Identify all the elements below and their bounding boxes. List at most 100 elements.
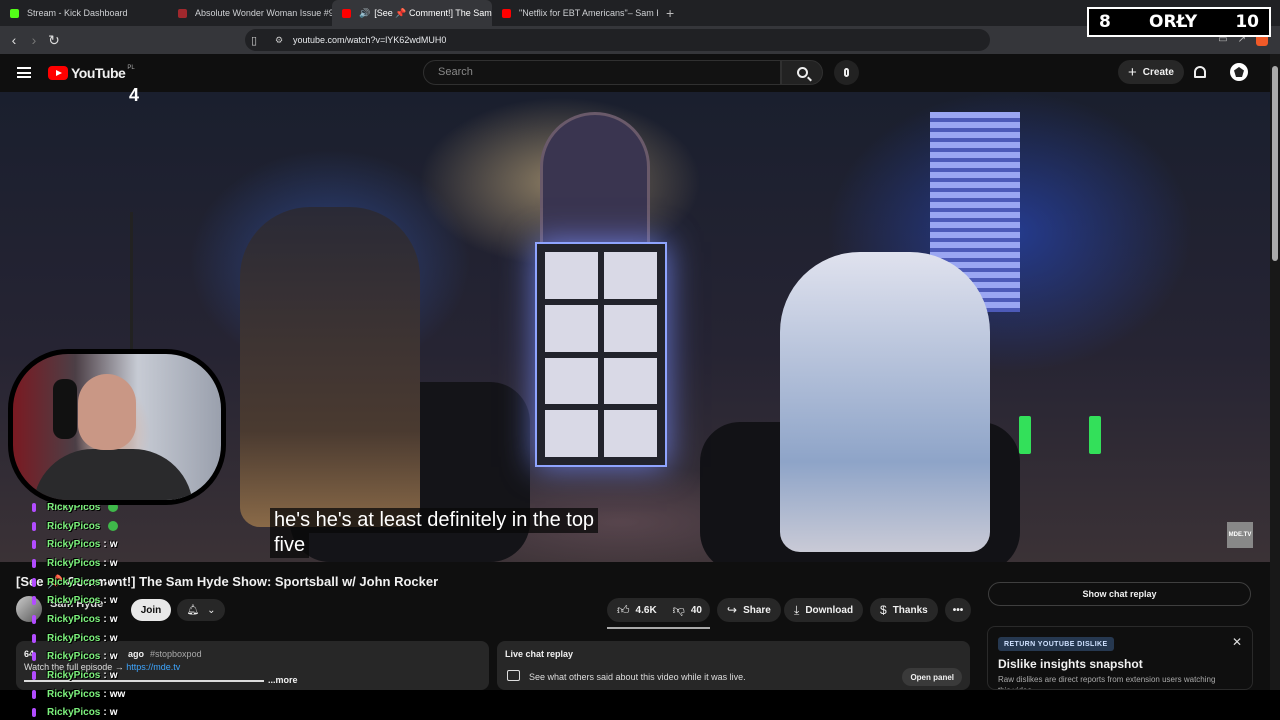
headphone-shape xyxy=(53,379,77,439)
channel-watermark[interactable]: MDE.TV xyxy=(1227,522,1253,548)
voice-search-button[interactable] xyxy=(834,60,859,85)
chat-text: w xyxy=(109,707,118,719)
chat-badge-icon xyxy=(32,633,36,643)
chat-message: RickyPicos: w xyxy=(32,535,202,554)
chat-username: RickyPicos xyxy=(47,613,101,625)
youtube-play-icon xyxy=(48,66,68,80)
youtube-logo[interactable]: YouTube PL xyxy=(48,65,135,81)
chat-text: w xyxy=(109,557,118,569)
dislike-count[interactable]: 40 xyxy=(691,605,702,616)
tab-label: Absolute Wonder Woman Issue #9 - xyxy=(195,8,332,18)
chat-badge-icon xyxy=(32,614,36,624)
chat-separator: : xyxy=(103,557,107,569)
more-icon: ••• xyxy=(952,604,964,616)
chat-separator: : xyxy=(103,670,107,682)
ryd-description: Raw dislikes are direct reports from ext… xyxy=(998,675,1216,689)
show-chat-replay-button[interactable]: Show chat replay xyxy=(988,582,1251,606)
download-label: Download xyxy=(805,604,854,616)
chat-separator: : xyxy=(103,688,107,700)
chat-separator: : xyxy=(103,651,107,663)
thumbs-down-icon[interactable]: 👎︎ xyxy=(673,603,685,618)
share-icon: ↪ xyxy=(727,603,738,617)
download-button[interactable]: ⤓ Download xyxy=(784,598,864,622)
chat-emote-icon xyxy=(108,521,119,532)
tab-netflix-ebt[interactable]: "Netflix for EBT Americans"– Sam Hy xyxy=(492,0,658,26)
live-chat-heading: Live chat replay xyxy=(505,649,574,659)
chat-message: RickyPicos: w xyxy=(32,591,202,610)
kick-favicon-icon xyxy=(10,8,19,18)
chat-badge-icon xyxy=(32,558,36,568)
thanks-button[interactable]: $ Thanks xyxy=(870,598,938,622)
search-input[interactable]: Search xyxy=(423,60,781,85)
speaker-icon: 🔊 xyxy=(359,7,371,18)
tab-wonder-woman[interactable]: Absolute Wonder Woman Issue #9 - xyxy=(168,0,332,26)
chat-separator: : xyxy=(103,539,107,551)
page-scrollbar[interactable] xyxy=(1270,54,1280,690)
search-icon xyxy=(796,67,808,78)
chat-badge-icon xyxy=(32,540,36,550)
caption-line-1: he's he's at least definitely in the top xyxy=(270,508,599,533)
url-field[interactable]: ▯ ⚙ youtube.com/watch?v=lYK62wdMUH0 xyxy=(245,29,990,51)
tab-sam-hyde-show[interactable]: 🔊 [See 📌 Comment!] The Sam ✕ xyxy=(332,0,492,26)
overlay-number: 4 xyxy=(129,85,140,105)
bookmark-icon[interactable]: ▯ xyxy=(251,34,257,47)
account-avatar[interactable] xyxy=(1230,63,1248,81)
search-button[interactable] xyxy=(781,60,823,85)
chat-username: RickyPicos xyxy=(47,670,101,682)
return-youtube-dislike-card: RETURN YOUTUBE DISLIKE ✕ Dislike insight… xyxy=(987,626,1253,690)
menu-icon[interactable] xyxy=(17,67,31,78)
chat-badge-icon xyxy=(32,652,36,662)
share-label: Share xyxy=(743,604,771,616)
chat-message: RickyPicos: w xyxy=(32,610,202,629)
tab-kick[interactable]: Stream - Kick Dashboard xyxy=(0,0,168,26)
site-settings-icon[interactable]: ⚙ xyxy=(275,35,283,46)
more-actions-button[interactable]: ••• xyxy=(945,598,971,622)
chat-separator: : xyxy=(103,595,107,607)
chat-separator: : xyxy=(103,707,107,719)
score-left: 8 xyxy=(1099,12,1111,32)
streamer-body xyxy=(33,449,193,500)
chat-text: w xyxy=(109,576,118,588)
like-ratio-bar xyxy=(607,627,710,629)
create-button[interactable]: + Create xyxy=(1118,60,1184,84)
thanks-label: Thanks xyxy=(892,604,928,616)
scrollbar-thumb[interactable] xyxy=(1272,66,1278,261)
video-scene-host-left xyxy=(240,207,420,527)
thumbs-up-icon[interactable]: 👍︎ xyxy=(617,603,630,618)
chat-badge-icon xyxy=(32,577,36,587)
url-text: youtube.com/watch?v=lYK62wdMUH0 xyxy=(293,35,447,45)
tab-label: Stream - Kick Dashboard xyxy=(27,8,128,18)
chat-username: RickyPicos xyxy=(47,557,101,569)
chat-message: RickyPicos: w xyxy=(32,554,202,573)
streamer-webcam xyxy=(8,349,226,505)
chat-username: RickyPicos xyxy=(47,595,101,607)
new-tab-icon[interactable]: + xyxy=(666,5,674,21)
screen: Stream - Kick Dashboard Absolute Wonder … xyxy=(0,0,1280,720)
share-button[interactable]: ↪ Share xyxy=(717,598,781,622)
logo-wordmark: YouTube xyxy=(71,65,126,81)
chat-message: RickyPicos: w xyxy=(32,704,202,720)
chevron-down-icon: ⌄ xyxy=(207,604,216,616)
download-icon: ⤓ xyxy=(794,602,800,617)
forward-icon[interactable]: › xyxy=(24,32,44,48)
chat-username: RickyPicos xyxy=(47,539,101,551)
comic-favicon-icon xyxy=(178,8,187,18)
back-icon[interactable]: ‹ xyxy=(4,32,24,48)
chat-text: w xyxy=(109,670,118,682)
chat-bubble-icon xyxy=(507,670,520,681)
live-chat-subtext: See what others said about this video wh… xyxy=(529,672,746,682)
chat-username: RickyPicos xyxy=(47,576,101,588)
chat-message: RickyPicos: w xyxy=(32,648,202,667)
chat-text: w xyxy=(109,651,118,663)
close-icon[interactable]: ✕ xyxy=(1232,635,1242,649)
chat-message: RickyPicos xyxy=(32,517,202,536)
reload-icon[interactable]: ↻ xyxy=(44,32,64,49)
chat-text: w xyxy=(109,613,118,625)
ryd-badge: RETURN YOUTUBE DISLIKE xyxy=(998,637,1114,651)
notifications-bell-icon[interactable] xyxy=(1194,66,1206,78)
chat-text: ww xyxy=(109,688,126,700)
like-count[interactable]: 4.6K xyxy=(636,605,657,616)
youtube-header: YouTube PL Search + Create xyxy=(0,54,1270,92)
open-panel-button[interactable]: Open panel xyxy=(902,668,962,686)
show-more-link[interactable]: ...more xyxy=(268,675,298,685)
